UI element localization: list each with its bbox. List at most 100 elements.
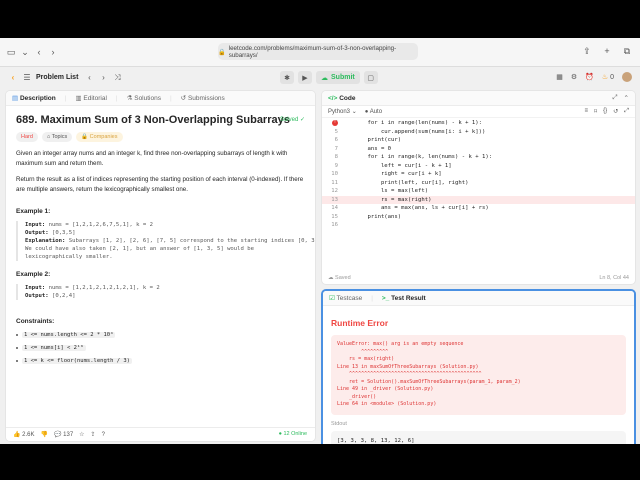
difficulty-badge: Hard [16, 132, 38, 142]
tab-test-result[interactable]: >_ Test Result [382, 295, 426, 302]
new-tab-icon[interactable]: + [600, 46, 614, 57]
tabs-overview-icon[interactable]: ⧉ [620, 46, 634, 57]
thumbs-down-icon: 👎 [40, 432, 48, 438]
code-text: rs = max(right) [354, 196, 432, 203]
line-number[interactable]: 8 [322, 153, 342, 162]
list-icon[interactable]: ☰ [20, 73, 34, 82]
example-2: Input: nums = [1,2,1,2,1,2,1,2,1], k = 2… [16, 284, 305, 300]
code-line[interactable]: 8 for i in range(k, len(nums) - k + 1): [322, 153, 635, 162]
menu-icon[interactable]: ≡ [585, 108, 589, 115]
code-line[interactable]: 11 print(left, cur[i], right) [322, 179, 635, 188]
run-button[interactable]: ▶ [298, 71, 312, 84]
code-line[interactable]: 12 ls = max(left) [322, 187, 635, 196]
url-bar[interactable]: 🔒 leetcode.com/problems/maximum-sum-of-3… [218, 43, 418, 60]
line-number[interactable]: 11 [322, 179, 342, 188]
share-icon[interactable]: ⇪ [580, 46, 594, 57]
code-line[interactable]: 4 for i in range(len(nums) - k + 1): [322, 119, 635, 128]
code-line[interactable]: 13! rs = max(right) [322, 120, 635, 205]
braces-icon[interactable]: {} [603, 108, 607, 115]
line-number[interactable]: 7 [322, 145, 342, 154]
line-number[interactable]: 16 [322, 221, 342, 230]
solved-badge: Solved ✓ [280, 116, 305, 123]
description-tabs: ▤ Description | ▥ Editorial | ⚗ Solution… [6, 91, 315, 106]
dislike-button[interactable]: 👎 [41, 431, 48, 438]
layout-icon[interactable]: ▦ [556, 73, 563, 81]
result-tabs: ☑ Testcase | >_ Test Result [323, 291, 634, 306]
companies-chip[interactable]: 🔒 Companies [76, 132, 123, 142]
checkbox-icon: ☑ [329, 295, 335, 302]
line-number[interactable]: 12 [322, 187, 342, 196]
code-line[interactable]: 15 print(ans) [322, 213, 635, 222]
reset-icon[interactable]: ↺ [613, 108, 618, 115]
constraint-item: 1 <= nums.length <= 2 * 10⁴ [16, 332, 305, 338]
line-number[interactable]: 9 [322, 162, 342, 171]
tab-solutions[interactable]: ⚗ Solutions [127, 94, 161, 102]
bug-icon: ✱ [284, 74, 290, 82]
settings-icon[interactable]: ⚙ [571, 73, 577, 81]
tab-submissions[interactable]: ↺ Submissions [181, 94, 225, 102]
code-line[interactable]: 9 left = cur[i - k + 1] [322, 162, 635, 171]
example-2-heading: Example 2: [16, 271, 51, 278]
maximize-icon[interactable]: ⤢ [612, 94, 617, 102]
debug-button[interactable]: ✱ [280, 71, 294, 84]
tab-divider: | [371, 294, 373, 302]
tab-divider: | [169, 94, 172, 102]
comment-icon: 💬 [53, 432, 62, 438]
description-footer: 👍 2.6K 👎 💬 137 ☆ ⇪ ? ● 12 Online [6, 427, 315, 441]
saved-status: ☁ Saved [328, 275, 351, 281]
favorite-button[interactable]: ☆ [79, 431, 84, 438]
share-button[interactable]: ⇪ [91, 431, 96, 438]
code-editor[interactable]: 4 for i in range(len(nums) - k + 1):5 cu… [322, 119, 635, 271]
line-number[interactable]: 6 [322, 136, 342, 145]
example-2-input: nums = [1,2,1,2,1,2,1,2,1], k = 2 [48, 285, 160, 291]
tab-solutions-label: Solutions [134, 95, 161, 102]
fullscreen-icon[interactable]: ⤢ [624, 108, 629, 115]
code-line[interactable]: 6 print(cur) [322, 136, 635, 145]
problem-title[interactable]: 689. Maximum Sum of 3 Non-Overlapping Su… [16, 114, 305, 126]
fire-count[interactable]: ♨ 0 [602, 73, 614, 81]
prev-problem-icon[interactable]: ‹ [82, 73, 96, 82]
editor-toolbar: Python3 ⌄ ● Auto ≡ ⌑ {} ↺ ⤢ [322, 106, 635, 118]
code-line[interactable]: 7 ans = 0 [322, 145, 635, 154]
tab-code[interactable]: </> Code [328, 95, 355, 102]
chevron-down-icon: ⌄ [351, 109, 357, 115]
help-button[interactable]: ? [102, 432, 105, 438]
next-problem-icon[interactable]: › [96, 73, 110, 82]
online-count-label: 12 Online [283, 431, 307, 437]
code-line[interactable]: 14 ans = max(ans, ls + cur[i] + rs) [322, 204, 635, 213]
line-number[interactable]: 15 [322, 213, 342, 222]
code-line[interactable]: 10 right = cur[i + k] [322, 170, 635, 179]
comments-button[interactable]: 💬 137 [54, 431, 73, 438]
tab-description[interactable]: ▤ Description [12, 94, 56, 102]
auto-toggle[interactable]: ● Auto [365, 109, 382, 115]
line-number[interactable]: 10 [322, 170, 342, 179]
line-number[interactable]: 14 [322, 204, 342, 213]
sidebar-toggle-icon[interactable]: ▭ [4, 47, 18, 58]
submit-button[interactable]: ☁ Submit [316, 71, 360, 84]
chevron-down-icon[interactable]: ⌄ [18, 47, 32, 58]
auto-label: Auto [369, 108, 383, 115]
bookmark-icon[interactable]: ⌑ [594, 108, 597, 115]
problem-description: 689. Maximum Sum of 3 Non-Overlapping Su… [6, 106, 315, 370]
leetcode-logo-icon[interactable]: ‹ [6, 73, 20, 82]
url-text: leetcode.com/problems/maximum-sum-of-3-n… [228, 44, 397, 59]
back-icon[interactable]: ‹ [32, 47, 46, 57]
problem-list-link[interactable]: Problem List [36, 74, 78, 81]
code-text: cur.append(sum(nums[i: i + k])) [354, 128, 486, 135]
tab-test-result-label: Test Result [391, 294, 426, 302]
code-line[interactable]: 5 cur.append(sum(nums[i: i + k])) [322, 128, 635, 137]
tab-editorial[interactable]: ▥ Editorial [75, 94, 106, 102]
collapse-icon[interactable]: ⌃ [624, 94, 629, 102]
forward-icon[interactable]: › [46, 47, 60, 57]
code-line[interactable]: 16 [322, 221, 635, 230]
shuffle-icon[interactable]: ⤨ [110, 73, 124, 83]
avatar[interactable] [622, 72, 632, 82]
tab-testcase[interactable]: ☑ Testcase [329, 294, 362, 302]
line-number[interactable]: 13 [322, 196, 342, 205]
language-select[interactable]: Python3 ⌄ [328, 108, 357, 115]
alarm-icon[interactable]: ⏰ [585, 73, 594, 81]
topics-chip[interactable]: ⌂ Topics [41, 132, 73, 142]
line-number[interactable]: 5 [322, 128, 342, 137]
like-button[interactable]: 👍 2.6K [13, 431, 35, 438]
notes-button[interactable]: ▢ [363, 71, 378, 84]
